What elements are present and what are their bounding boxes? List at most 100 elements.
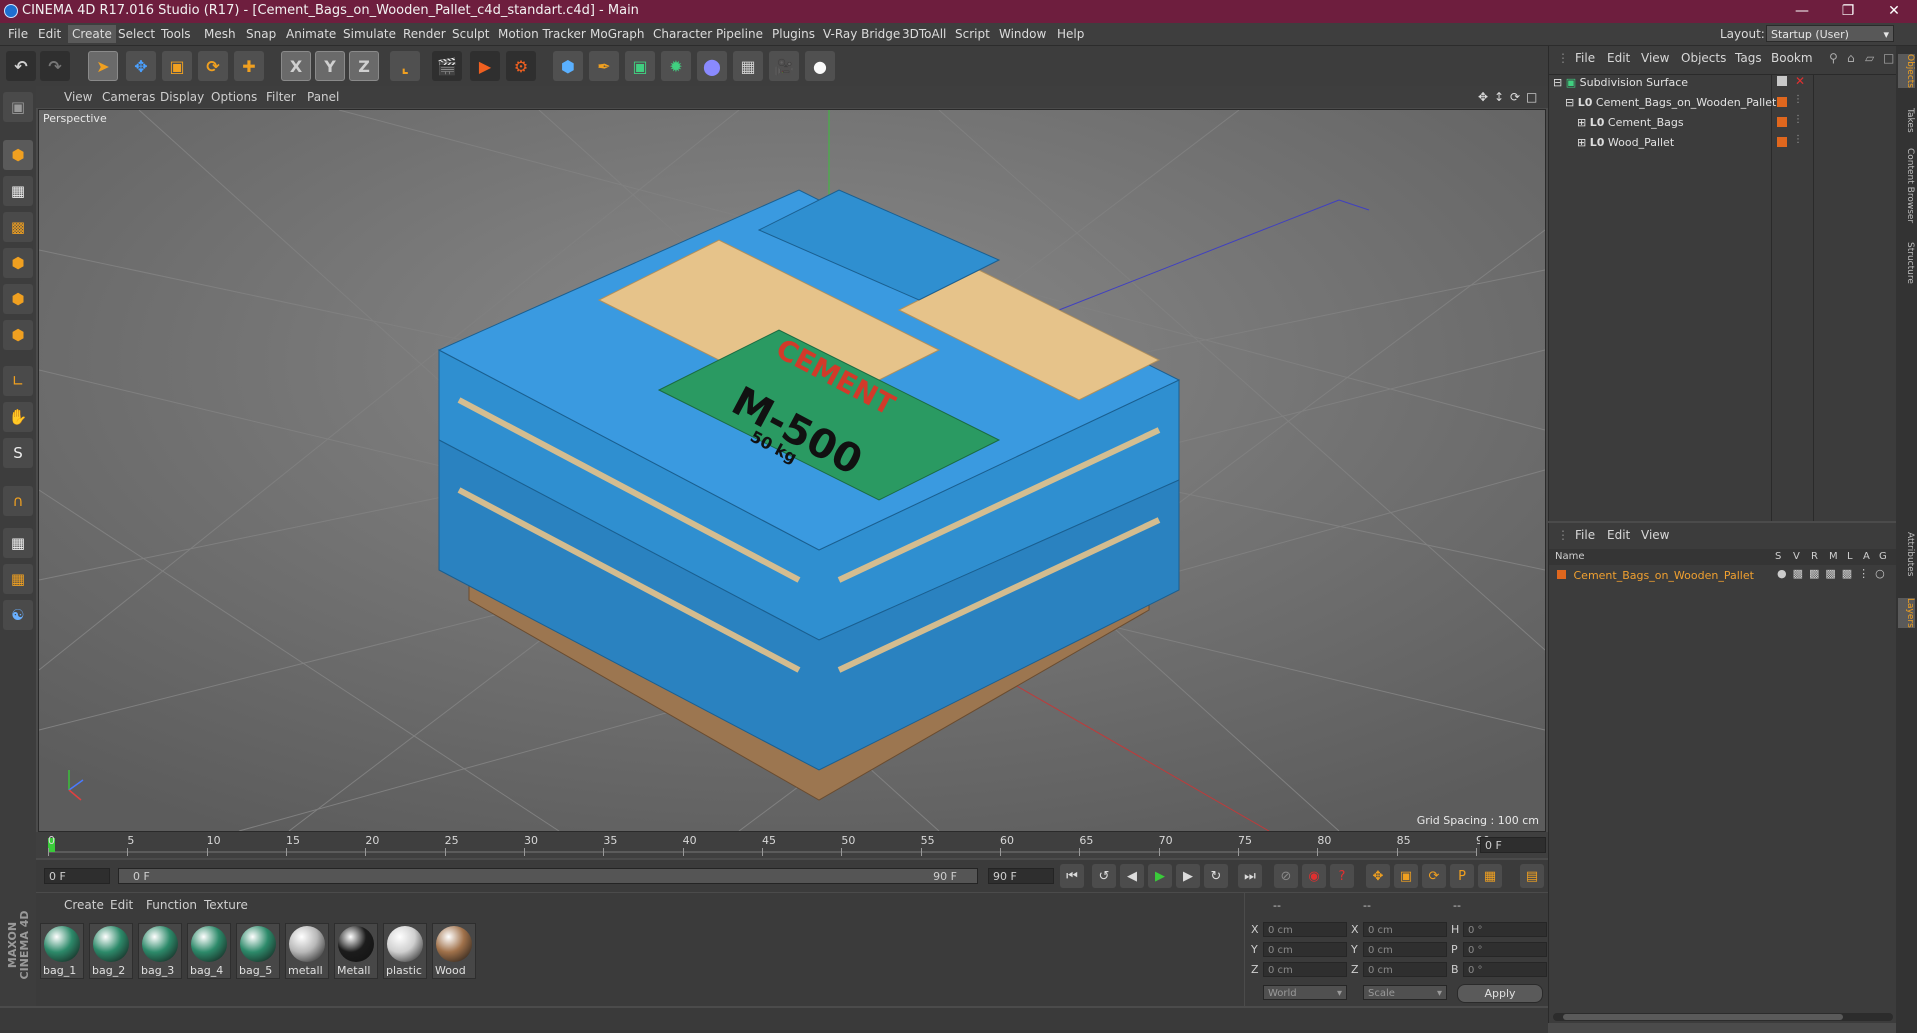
object-menu-bookmarks[interactable]: Bookm — [1771, 51, 1813, 65]
coord-size-z-field[interactable]: 0 cm — [1363, 962, 1447, 977]
menu-script[interactable]: Script — [955, 27, 990, 41]
material-swatch[interactable]: bag_1 — [40, 923, 84, 979]
object-menu-tags[interactable]: Tags — [1735, 51, 1762, 65]
previous-key-icon[interactable]: ↺ — [1092, 864, 1116, 888]
coord-pos-x-field[interactable]: 0 cm — [1263, 922, 1347, 937]
points-mode-icon[interactable]: ⬢ — [3, 248, 33, 278]
material-menu-create[interactable]: Create — [64, 898, 104, 912]
render-view-icon[interactable]: 🎬 — [432, 51, 462, 81]
frame-range-slider[interactable]: 0 F 90 F — [118, 868, 978, 884]
layer-toggles[interactable]: ●▩▩▩▩⋮○ — [1777, 567, 1891, 580]
go-to-start-icon[interactable]: ⏮ — [1060, 864, 1084, 888]
tab-layers[interactable]: Layers — [1898, 598, 1915, 628]
material-swatch[interactable]: bag_2 — [89, 923, 133, 979]
render-picture-viewer-icon[interactable]: ▶ — [470, 51, 500, 81]
play-icon[interactable]: ▶ — [1148, 864, 1172, 888]
tab-objects[interactable]: Objects — [1898, 54, 1915, 89]
edges-mode-icon[interactable]: ⬢ — [3, 284, 33, 314]
current-frame-field[interactable]: 0 F — [1480, 837, 1546, 853]
maximize-panel-icon[interactable]: □ — [1883, 51, 1894, 65]
horizontal-scrollbar[interactable] — [1553, 1013, 1893, 1021]
array-icon[interactable]: ✹ — [661, 51, 691, 81]
soft-selection-icon[interactable]: ▦ — [3, 564, 33, 594]
menu-simulate[interactable]: Simulate — [343, 27, 396, 41]
viewport-menu-view[interactable]: View — [64, 90, 92, 104]
expand-icon[interactable]: ⊟ — [1553, 76, 1562, 89]
z-axis-icon[interactable]: Z — [349, 51, 379, 81]
move-icon[interactable]: ✥ — [126, 51, 156, 81]
menu-create[interactable]: Create — [68, 25, 116, 43]
material-swatch[interactable]: Wood — [432, 923, 476, 979]
coord-rot-b-field[interactable]: 0 ° — [1463, 962, 1547, 977]
layer-menu-view[interactable]: View — [1641, 528, 1669, 542]
deformer-icon[interactable]: ⬤ — [697, 51, 727, 81]
object-row-cement-bags[interactable]: ⊞ L0 Cement_Bags — [1577, 114, 1684, 132]
menu-edit[interactable]: Edit — [38, 27, 61, 41]
menu-file[interactable]: File — [8, 27, 28, 41]
layer-color-tag-icon[interactable] — [1777, 117, 1787, 127]
material-swatch[interactable]: bag_3 — [138, 923, 182, 979]
texture-mode-icon[interactable]: ▦ — [3, 176, 33, 206]
menu-render[interactable]: Render — [403, 27, 446, 41]
magnet-icon[interactable]: ∩ — [3, 486, 33, 516]
3d-viewport[interactable]: M-500 CEMENT 50 kg Perspective Grid Spac… — [38, 109, 1546, 832]
polygons-mode-icon[interactable]: ⬢ — [3, 320, 33, 350]
key-scale-icon[interactable]: ▣ — [1394, 864, 1418, 888]
coord-pos-y-field[interactable]: 0 cm — [1263, 942, 1347, 957]
menu-mesh[interactable]: Mesh — [204, 27, 236, 41]
menu-vray-bridge[interactable]: V-Ray Bridge — [823, 27, 900, 41]
pen-spline-icon[interactable]: ✒ — [589, 51, 619, 81]
layer-menu-file[interactable]: File — [1575, 528, 1595, 542]
viewport-menu-display[interactable]: Display — [160, 90, 204, 104]
coordinate-system-icon[interactable]: ⌞ — [390, 51, 420, 81]
coord-size-y-field[interactable]: 0 cm — [1363, 942, 1447, 957]
object-row-wood-pallet[interactable]: ⊞ L0 Wood_Pallet — [1577, 134, 1674, 152]
end-frame-field[interactable]: 90 F — [988, 868, 1054, 884]
x-axis-icon[interactable]: X — [281, 51, 311, 81]
start-frame-field[interactable]: 0 F — [44, 868, 110, 884]
menu-select[interactable]: Select — [118, 27, 155, 41]
visibility-dots-icon[interactable]: ⋮ — [1793, 134, 1803, 145]
visibility-toggle-icon[interactable] — [1777, 76, 1787, 86]
menu-animate[interactable]: Animate — [286, 27, 336, 41]
redo-icon[interactable]: ↷ — [40, 51, 70, 81]
layout-select[interactable]: Startup (User) ▾ — [1766, 25, 1894, 42]
camera-icon[interactable]: 🎥 — [769, 51, 799, 81]
material-menu-function[interactable]: Function — [146, 898, 197, 912]
close-icon[interactable]: ✕ — [1871, 0, 1917, 23]
viewport-menu-options[interactable]: Options — [211, 90, 257, 104]
material-menu-edit[interactable]: Edit — [110, 898, 133, 912]
workplane-mode-icon[interactable]: ▩ — [3, 212, 33, 242]
tab-takes[interactable]: Takes — [1898, 108, 1915, 133]
layer-row[interactable]: Cement_Bags_on_Wooden_Pallet — [1557, 567, 1754, 585]
coord-rot-p-field[interactable]: 0 ° — [1463, 942, 1547, 957]
coordinate-mode-select[interactable]: World ▾ — [1263, 985, 1347, 1000]
viewport-zoom-icon[interactable]: ↕ — [1494, 90, 1504, 104]
minimize-icon[interactable]: — — [1779, 0, 1825, 23]
object-row-subdivision[interactable]: ⊟ ▣ Subdivision Surface — [1553, 74, 1688, 92]
restore-icon[interactable]: ❐ — [1825, 0, 1871, 23]
layer-color-tag-icon[interactable] — [1777, 97, 1787, 107]
previous-frame-icon[interactable]: ◀ — [1120, 864, 1144, 888]
make-editable-icon[interactable]: ▣ — [3, 92, 33, 122]
scale-icon[interactable]: ▣ — [162, 51, 192, 81]
viewport-menu-filter[interactable]: Filter — [266, 90, 296, 104]
object-menu-edit[interactable]: Edit — [1607, 51, 1630, 65]
snap-icon[interactable]: S — [3, 438, 33, 468]
y-axis-icon[interactable]: Y — [315, 51, 345, 81]
menu-window[interactable]: Window — [999, 27, 1046, 41]
floor-icon[interactable]: ▦ — [733, 51, 763, 81]
layer-menu-edit[interactable]: Edit — [1607, 528, 1630, 542]
scrollbar-thumb[interactable] — [1563, 1014, 1843, 1020]
menu-tools[interactable]: Tools — [161, 27, 191, 41]
expand-icon[interactable]: ⊞ — [1577, 116, 1586, 129]
expand-icon[interactable]: ⊞ — [1577, 136, 1586, 149]
menu-3dtoall[interactable]: 3DToAll — [902, 27, 946, 41]
menu-character[interactable]: Character — [653, 27, 712, 41]
viewport-maximize-icon[interactable]: □ — [1526, 90, 1537, 104]
key-parameter-icon[interactable]: P — [1450, 864, 1474, 888]
axis-mode-icon[interactable]: ∟ — [3, 366, 33, 396]
material-swatch[interactable]: bag_4 — [187, 923, 231, 979]
new-view-icon[interactable]: ▱ — [1865, 51, 1874, 65]
object-menu-file[interactable]: File — [1575, 51, 1595, 65]
